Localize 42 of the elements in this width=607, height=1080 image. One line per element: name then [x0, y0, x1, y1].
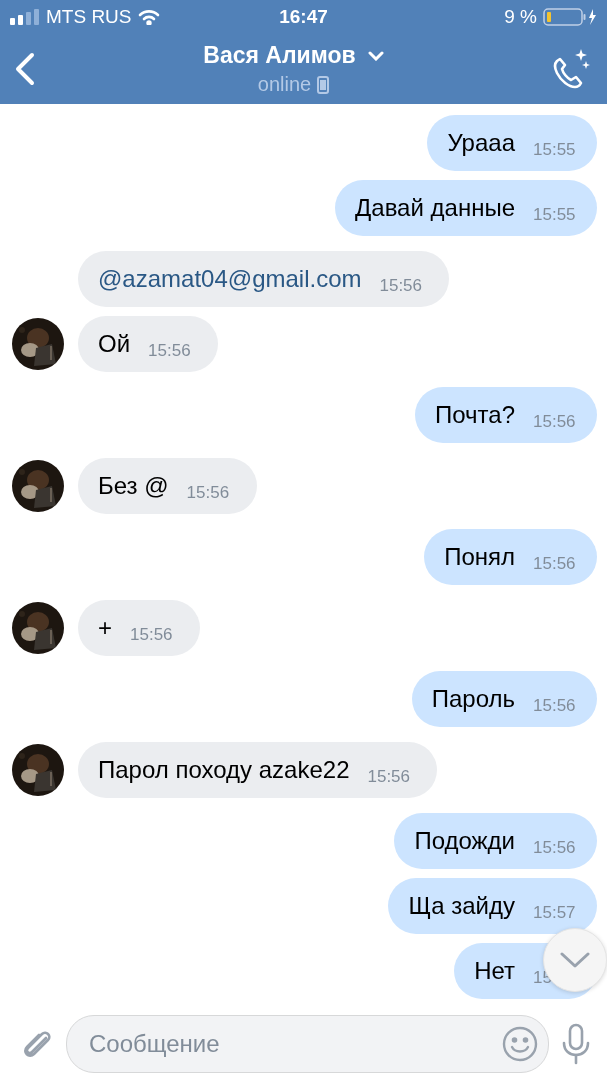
- message-time: 15:56: [533, 838, 577, 858]
- message-time: 15:56: [367, 767, 412, 787]
- message-time: 15:56: [130, 625, 174, 645]
- wifi-icon: [137, 9, 160, 25]
- message-text: Ща зайду: [408, 892, 515, 920]
- message-time: 15:56: [533, 554, 577, 574]
- clock: 16:47: [279, 6, 328, 28]
- message-time: 15:56: [186, 483, 231, 503]
- message-time: 15:55: [533, 205, 577, 225]
- message-input[interactable]: Сообщение: [66, 1015, 549, 1073]
- carrier-name: MTS RUS: [46, 6, 132, 28]
- message-text: Давай данные: [355, 194, 515, 222]
- message-time: 15:55: [533, 140, 577, 160]
- phone-icon: [317, 75, 330, 94]
- message-text: Парол походу azake22: [98, 756, 350, 784]
- back-button[interactable]: [14, 52, 36, 86]
- message-time: 15:56: [533, 412, 577, 432]
- signal-icon: [10, 9, 40, 25]
- battery-percent: 9 %: [504, 6, 537, 28]
- message-time: 15:56: [379, 276, 424, 296]
- message-time: 15:56: [533, 696, 577, 716]
- chevron-down-icon[interactable]: [367, 50, 384, 61]
- microphone-button[interactable]: [561, 1023, 591, 1065]
- message-text: Почта?: [435, 401, 515, 429]
- message-text: Урааа: [447, 129, 515, 157]
- message-time: 15:57: [533, 903, 577, 923]
- online-status: online: [257, 73, 312, 96]
- message-text: Подожди: [414, 827, 515, 855]
- message-text: Пароль: [431, 685, 515, 713]
- call-button[interactable]: [551, 47, 591, 91]
- chevron-down-icon: [560, 952, 590, 968]
- email-link[interactable]: @azamat04@gmail.com: [98, 265, 362, 293]
- message-text: Ой: [98, 330, 131, 358]
- emoji-icon[interactable]: [502, 1026, 538, 1062]
- contact-name[interactable]: Вася Алимов: [203, 42, 356, 69]
- message-text: Понял: [444, 543, 515, 571]
- message-time: 15:56: [148, 341, 192, 361]
- message-text: +: [98, 614, 112, 642]
- message-text-input[interactable]: Сообщение: [87, 1029, 502, 1059]
- message-text: Без @: [98, 472, 169, 500]
- battery-icon: [543, 8, 597, 26]
- message-text: Нет: [474, 957, 515, 985]
